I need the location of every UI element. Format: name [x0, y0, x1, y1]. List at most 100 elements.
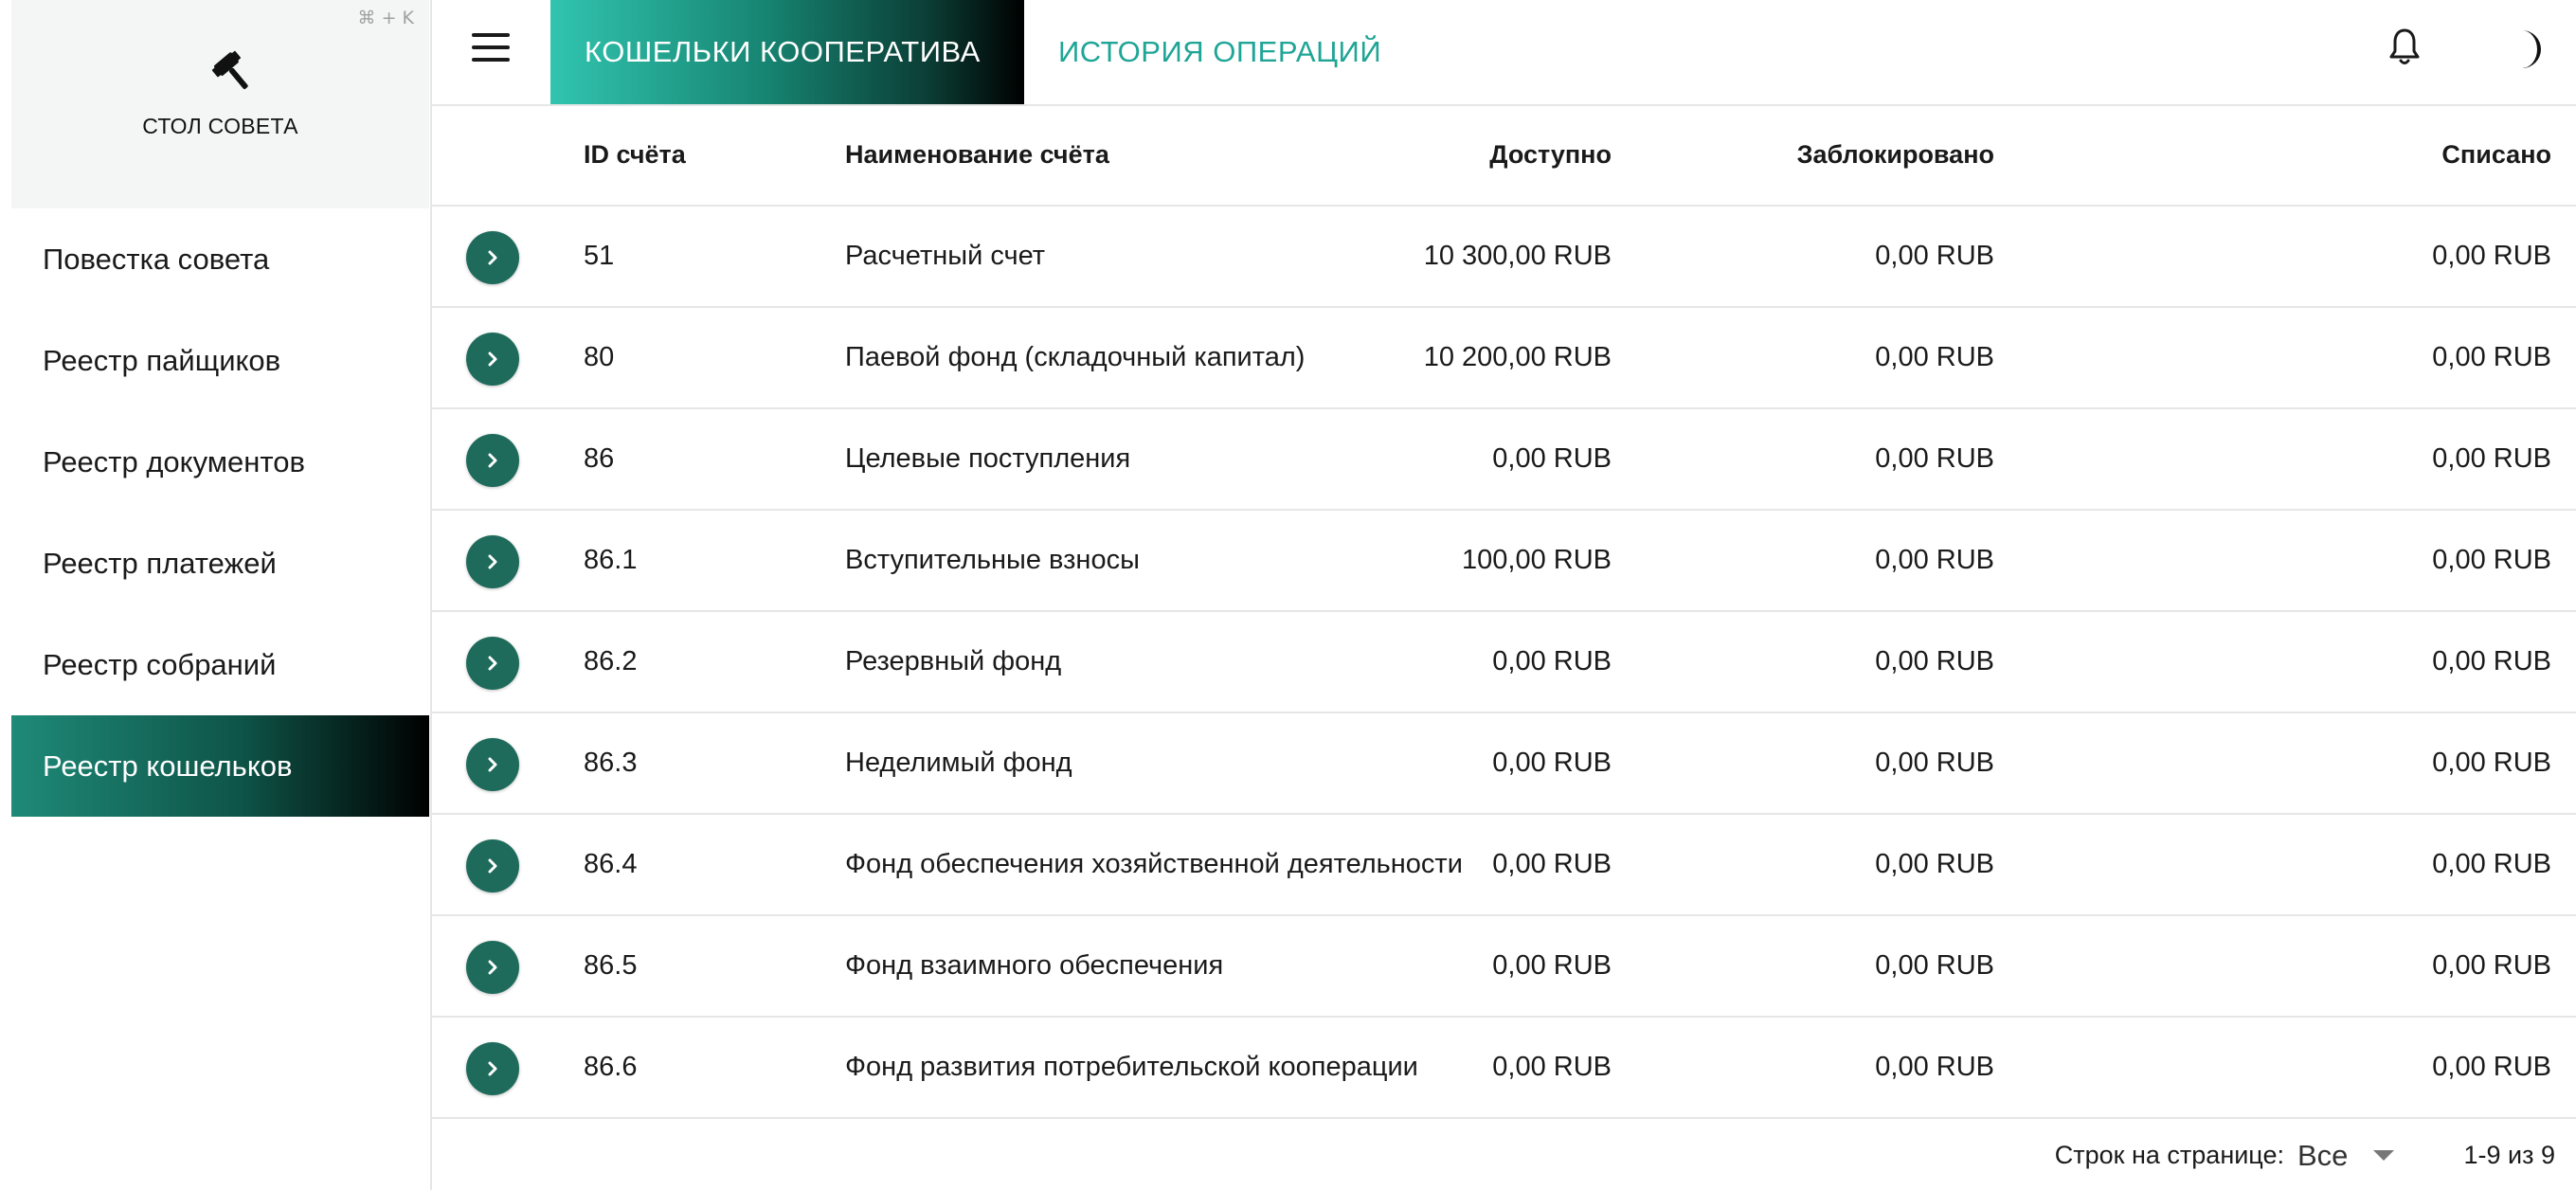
cell-id: 51 — [584, 241, 615, 271]
cell-id: 86.2 — [584, 646, 638, 676]
moon-icon[interactable] — [2505, 27, 2547, 72]
table-row: 86.6 Фонд развития потребительской коопе… — [432, 1018, 2576, 1119]
column-header-available[interactable]: Доступно — [1489, 104, 1612, 205]
cell-available: 10 300,00 RUB — [1423, 241, 1612, 271]
expand-row-button[interactable] — [466, 738, 519, 791]
cell-blocked: 0,00 RUB — [1875, 241, 1994, 271]
cell-spent: 0,00 RUB — [2432, 241, 2551, 271]
chevron-right-icon — [488, 453, 497, 468]
sidebar-item-label: Реестр платежей — [43, 546, 277, 580]
cell-name: Вступительные взносы — [845, 545, 1140, 575]
caret-down-icon — [2373, 1150, 2394, 1161]
brand-panel: ⌘ + K СТОЛ СОВЕТА — [11, 0, 429, 208]
cell-id: 80 — [584, 342, 615, 372]
cell-blocked: 0,00 RUB — [1875, 950, 1994, 981]
sidebar-item-documents[interactable]: Реестр документов — [11, 411, 429, 513]
cell-available: 0,00 RUB — [1492, 849, 1612, 879]
chevron-right-icon — [488, 250, 497, 265]
table-row: 86.5 Фонд взаимного обеспечения 0,00 RUB… — [432, 916, 2576, 1018]
sidebar-item-label: Повестка совета — [43, 242, 270, 276]
sidebar: ⌘ + K СТОЛ СОВЕТА Повестка совета Реестр… — [0, 0, 432, 1190]
cell-available: 0,00 RUB — [1492, 443, 1612, 474]
cell-spent: 0,00 RUB — [2432, 443, 2551, 474]
cell-id: 86.5 — [584, 950, 638, 981]
cell-blocked: 0,00 RUB — [1875, 748, 1994, 778]
rows-per-page-label: Строк на странице: — [2054, 1141, 2284, 1169]
cell-spent: 0,00 RUB — [2432, 748, 2551, 778]
hamburger-menu-icon[interactable] — [472, 33, 510, 67]
column-header-spent[interactable]: Списано — [2441, 104, 2551, 205]
table-body: 51 Расчетный счет 10 300,00 RUB 0,00 RUB… — [432, 207, 2576, 1119]
table-header-row: ID счёта Наименование счёта Доступно Заб… — [432, 104, 2576, 207]
sidebar-item-meetings[interactable]: Реестр собраний — [11, 614, 429, 715]
expand-row-button[interactable] — [466, 231, 519, 284]
cell-blocked: 0,00 RUB — [1875, 1052, 1994, 1082]
cell-available: 100,00 RUB — [1462, 545, 1612, 575]
expand-row-button[interactable] — [466, 839, 519, 892]
chevron-right-icon — [488, 656, 497, 671]
chevron-right-icon — [488, 757, 497, 772]
bell-icon[interactable] — [2387, 27, 2422, 68]
cell-name: Неделимый фонд — [845, 748, 1072, 778]
table-row: 86.3 Неделимый фонд 0,00 RUB 0,00 RUB 0,… — [432, 713, 2576, 815]
column-header-blocked[interactable]: Заблокировано — [1797, 104, 1994, 205]
chevron-right-icon — [488, 960, 497, 975]
sidebar-item-label: Реестр пайщиков — [43, 343, 281, 377]
cell-available: 10 200,00 RUB — [1423, 342, 1612, 372]
tab-cooperative-wallets[interactable]: КОШЕЛЬКИ КООПЕРАТИВА — [550, 0, 1024, 104]
cell-available: 0,00 RUB — [1492, 646, 1612, 676]
column-header-id[interactable]: ID счёта — [584, 104, 686, 205]
sidebar-item-wallets[interactable]: Реестр кошельков — [11, 715, 429, 817]
sidebar-item-agenda[interactable]: Повестка совета — [11, 208, 429, 310]
tab-operations-history[interactable]: ИСТОРИЯ ОПЕРАЦИЙ — [1058, 0, 1381, 104]
cell-spent: 0,00 RUB — [2432, 849, 2551, 879]
table-row: 86.1 Вступительные взносы 100,00 RUB 0,0… — [432, 511, 2576, 612]
cell-blocked: 0,00 RUB — [1875, 545, 1994, 575]
cell-id: 86 — [584, 443, 615, 474]
table-row: 51 Расчетный счет 10 300,00 RUB 0,00 RUB… — [432, 207, 2576, 308]
sidebar-item-label: Реестр собраний — [43, 647, 277, 681]
expand-row-button[interactable] — [466, 434, 519, 487]
rows-per-page-select[interactable]: Все — [2297, 1133, 2404, 1179]
sidebar-nav: Повестка совета Реестр пайщиков Реестр д… — [11, 208, 429, 817]
cell-available: 0,00 RUB — [1492, 748, 1612, 778]
chevron-right-icon — [488, 554, 497, 569]
expand-row-button[interactable] — [466, 333, 519, 386]
expand-row-button[interactable] — [466, 941, 519, 994]
expand-row-button[interactable] — [466, 637, 519, 690]
table-row: 86.2 Резервный фонд 0,00 RUB 0,00 RUB 0,… — [432, 612, 2576, 713]
cell-spent: 0,00 RUB — [2432, 646, 2551, 676]
cell-spent: 0,00 RUB — [2432, 545, 2551, 575]
wallets-table: ID счёта Наименование счёта Доступно Заб… — [432, 104, 2576, 1119]
expand-row-button[interactable] — [466, 535, 519, 588]
cell-name: Паевой фонд (складочный капитал) — [845, 342, 1306, 372]
top-header: КОШЕЛЬКИ КООПЕРАТИВА ИСТОРИЯ ОПЕРАЦИЙ — [432, 0, 2576, 106]
cell-blocked: 0,00 RUB — [1875, 342, 1994, 372]
cell-name: Фонд обеспечения хозяйственной деятельно… — [845, 849, 1463, 879]
cell-name: Фонд развития потребительской кооперации — [845, 1052, 1418, 1082]
expand-row-button[interactable] — [466, 1042, 519, 1095]
cell-blocked: 0,00 RUB — [1875, 646, 1994, 676]
table-pagination: Строк на странице: Все 1-9 из 9 — [432, 1122, 2576, 1190]
cell-blocked: 0,00 RUB — [1875, 849, 1994, 879]
shortcut-hint: ⌘ + K — [357, 8, 414, 28]
gavel-icon — [211, 50, 248, 89]
sidebar-item-shareholders[interactable]: Реестр пайщиков — [11, 310, 429, 411]
cell-available: 0,00 RUB — [1492, 1052, 1612, 1082]
cell-spent: 0,00 RUB — [2432, 1052, 2551, 1082]
chevron-right-icon — [488, 1061, 497, 1076]
cell-blocked: 0,00 RUB — [1875, 443, 1994, 474]
chevron-right-icon — [488, 858, 497, 874]
cell-spent: 0,00 RUB — [2432, 342, 2551, 372]
cell-spent: 0,00 RUB — [2432, 950, 2551, 981]
column-header-name[interactable]: Наименование счёта — [845, 104, 1109, 205]
cell-name: Резервный фонд — [845, 646, 1062, 676]
cell-available: 0,00 RUB — [1492, 950, 1612, 981]
pagination-range: 1-9 из 9 — [2463, 1141, 2555, 1169]
cell-id: 86.6 — [584, 1052, 638, 1082]
cell-name: Расчетный счет — [845, 241, 1046, 271]
brand-title: СТОЛ СОВЕТА — [142, 114, 298, 138]
sidebar-item-label: Реестр кошельков — [43, 748, 293, 783]
cell-id: 86.3 — [584, 748, 638, 778]
sidebar-item-payments[interactable]: Реестр платежей — [11, 513, 429, 614]
